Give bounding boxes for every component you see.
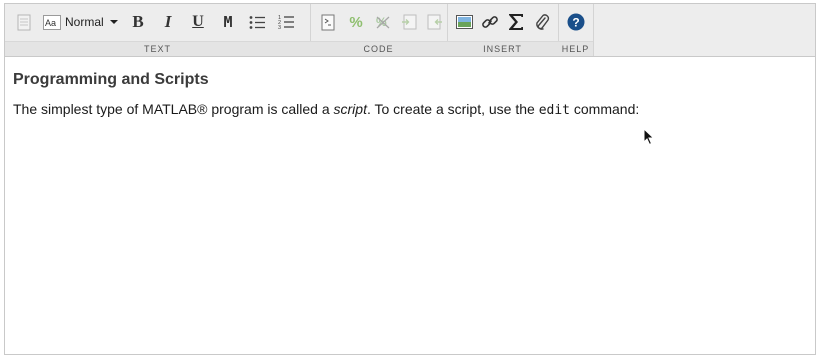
numbered-list-icon[interactable]: 123 (276, 8, 296, 36)
script-emphasis: script (333, 101, 367, 117)
increase-indent-icon[interactable] (400, 8, 418, 36)
group-label-insert: INSERT (447, 41, 558, 56)
group-label-help: HELP (558, 41, 593, 56)
dropdown-arrow-icon (109, 19, 118, 25)
monospace-button[interactable]: M (219, 8, 237, 36)
group-label-text: TEXT (5, 41, 310, 56)
svg-text:3: 3 (278, 25, 281, 30)
font-style-icon: Aa (43, 14, 61, 30)
toolbar-group-text: Aa Normal B I U M 123 TEXT (5, 4, 311, 56)
paragraph[interactable]: The simplest type of MATLAB® program is … (13, 100, 807, 120)
underline-button[interactable]: U (189, 8, 207, 36)
percent-comment-icon[interactable]: % (347, 8, 365, 36)
inline-code-edit: edit (538, 103, 570, 118)
text-style-value: Normal (65, 15, 104, 29)
sigma-equation-icon[interactable] (506, 8, 526, 36)
rich-text-editor: Aa Normal B I U M 123 TEXT % % CODE INSE… (4, 3, 816, 355)
toolbar-group-insert: INSERT (447, 4, 559, 56)
italic-button[interactable]: I (159, 8, 177, 36)
bold-button[interactable]: B (129, 8, 147, 36)
text-style-select[interactable]: Aa Normal (43, 8, 121, 36)
page-icon (15, 8, 33, 36)
decrease-indent-icon[interactable] (426, 8, 444, 36)
mouse-pointer-icon (643, 127, 655, 151)
toolbar-group-code: % % CODE (310, 4, 448, 56)
editor-toolbar: Aa Normal B I U M 123 TEXT % % CODE INSE… (5, 4, 815, 57)
paragraph-text-start: The simplest type of MATLAB® program is … (13, 101, 334, 117)
bullet-list-icon[interactable] (247, 8, 267, 36)
toolbar-group-help: ? HELP (558, 4, 594, 56)
paragraph-text-middle: . To create a script, use the (366, 101, 539, 117)
uncomment-icon[interactable]: % (374, 8, 392, 36)
help-icon[interactable]: ? (566, 8, 586, 36)
editor-content[interactable]: Programming and Scripts The simplest typ… (13, 66, 807, 120)
svg-text:?: ? (572, 16, 579, 30)
code-block-icon[interactable] (319, 8, 337, 36)
svg-text:Aa: Aa (45, 18, 56, 28)
paragraph-text-end: command: (570, 101, 640, 117)
attachment-icon[interactable] (532, 8, 552, 36)
image-icon[interactable] (454, 8, 474, 36)
section-heading[interactable]: Programming and Scripts (13, 70, 807, 90)
group-label-code: CODE (310, 41, 447, 56)
link-icon[interactable] (480, 8, 500, 36)
